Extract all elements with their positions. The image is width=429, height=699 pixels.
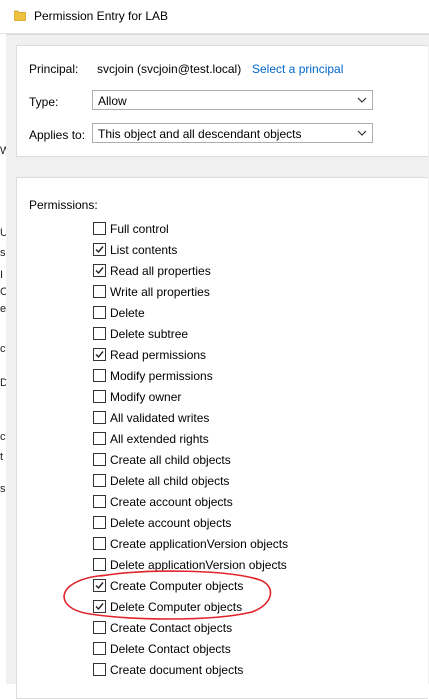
permission-row[interactable]: Write all properties [93, 281, 210, 302]
bg-fragment: c [0, 343, 6, 355]
permission-label: Create applicationVersion objects [110, 536, 289, 551]
permission-row[interactable]: Full control [93, 218, 169, 239]
checkbox-unchecked[interactable] [93, 474, 106, 487]
applies-to-dropdown-value: This object and all descendant objects [98, 127, 302, 141]
type-label: Type: [29, 95, 59, 109]
principal-label: Principal: [29, 62, 79, 76]
checkbox-unchecked[interactable] [93, 390, 106, 403]
permission-row[interactable]: Modify permissions [93, 365, 213, 386]
checkmark-icon [95, 267, 104, 275]
permission-label: Delete subtree [110, 326, 189, 341]
checkbox-unchecked[interactable] [93, 411, 106, 424]
permission-label: Modify owner [110, 389, 182, 404]
permission-row[interactable]: Create account objects [93, 491, 233, 512]
checkmark-icon [95, 246, 104, 254]
permission-row[interactable]: Read all properties [93, 260, 211, 281]
checkbox-unchecked[interactable] [93, 663, 106, 676]
type-dropdown[interactable]: Allow [92, 90, 373, 110]
permission-label: Read all properties [110, 263, 211, 278]
bg-fragment: s [0, 247, 6, 259]
checkbox-unchecked[interactable] [93, 558, 106, 571]
applies-to-label: Applies to: [29, 128, 86, 142]
permission-row[interactable]: Delete all child objects [93, 470, 229, 491]
checkmark-icon [95, 351, 104, 359]
permission-row[interactable]: Create applicationVersion objects [93, 533, 288, 554]
checkbox-checked[interactable] [93, 348, 106, 361]
select-principal-link[interactable]: Select a principal [252, 62, 343, 76]
checkbox-unchecked[interactable] [93, 285, 106, 298]
permission-row[interactable]: All validated writes [93, 407, 209, 428]
permission-label: Delete all child objects [110, 473, 230, 488]
chevron-down-icon [357, 97, 367, 103]
permission-label: Write all properties [110, 284, 210, 299]
checkbox-unchecked[interactable] [93, 495, 106, 508]
permission-row[interactable]: Delete Computer objects [93, 596, 242, 617]
checkbox-unchecked[interactable] [93, 642, 106, 655]
permission-label: Create account objects [110, 494, 233, 509]
permission-label: All validated writes [110, 410, 210, 425]
permission-row[interactable]: List contents [93, 239, 177, 260]
checkbox-unchecked[interactable] [93, 222, 106, 235]
permission-label: List contents [110, 242, 178, 257]
permission-label: Delete account objects [110, 515, 232, 530]
checkbox-unchecked[interactable] [93, 516, 106, 529]
checkbox-checked[interactable] [93, 600, 106, 613]
folder-icon [14, 10, 26, 21]
permission-label: Delete Contact objects [110, 641, 231, 656]
checkbox-checked[interactable] [93, 243, 106, 256]
checkbox-unchecked[interactable] [93, 306, 106, 319]
permission-row[interactable]: All extended rights [93, 428, 209, 449]
bg-fragment: c [0, 431, 6, 443]
checkbox-unchecked[interactable] [93, 369, 106, 382]
permission-label: Delete applicationVersion objects [110, 557, 287, 572]
window-title: Permission Entry for LAB [34, 9, 169, 23]
permission-row[interactable]: Delete account objects [93, 512, 231, 533]
permission-row[interactable]: Delete applicationVersion objects [93, 554, 287, 575]
permission-row[interactable]: Create all child objects [93, 449, 231, 470]
checkbox-unchecked[interactable] [93, 537, 106, 550]
checkbox-unchecked[interactable] [93, 432, 106, 445]
principal-panel: Principal: svcjoin (svcjoin@test.local) … [16, 45, 428, 157]
permission-label: All extended rights [110, 431, 209, 446]
checkbox-unchecked[interactable] [93, 327, 106, 340]
permission-label: Create Contact objects [110, 620, 233, 635]
checkbox-checked[interactable] [93, 264, 106, 277]
permission-label: Read permissions [110, 347, 207, 362]
checkbox-unchecked[interactable] [93, 453, 106, 466]
permission-row[interactable]: Delete [93, 302, 145, 323]
permission-label: Create all child objects [110, 452, 231, 467]
applies-to-dropdown[interactable]: This object and all descendant objects [92, 123, 373, 143]
permissions-panel: Permissions: Full control List contents Re… [16, 177, 428, 699]
permission-label: Delete [110, 305, 145, 320]
title-bar: Permission Entry for LAB [0, 0, 429, 34]
permission-row[interactable]: Delete Contact objects [93, 638, 231, 659]
permission-label: Full control [110, 221, 169, 236]
permission-row[interactable]: Create Computer objects [93, 575, 243, 596]
bg-fragment: s [0, 483, 6, 495]
permission-row[interactable]: Create Contact objects [93, 617, 232, 638]
bg-fragment: I [0, 269, 4, 281]
permission-label: Delete Computer objects [110, 599, 243, 614]
chevron-down-icon [357, 130, 367, 136]
checkbox-unchecked[interactable] [93, 621, 106, 634]
principal-value: svcjoin (svcjoin@test.local) [97, 62, 242, 76]
permission-label: Create document objects [110, 662, 244, 677]
checkmark-icon [95, 603, 104, 611]
permission-row[interactable]: Modify owner [93, 386, 181, 407]
permissions-label: Permissions: [29, 198, 98, 212]
permission-row[interactable]: Read permissions [93, 344, 206, 365]
permission-row[interactable]: Delete subtree [93, 323, 188, 344]
bg-fragment: t [0, 451, 4, 463]
permission-label: Modify permissions [110, 368, 213, 383]
type-dropdown-value: Allow [98, 94, 127, 108]
permission-row[interactable]: Create document objects [93, 659, 243, 680]
checkbox-checked[interactable] [93, 579, 106, 592]
checkmark-icon [95, 582, 104, 590]
permission-label: Create Computer objects [110, 578, 244, 593]
dialog-body: Principal: svcjoin (svcjoin@test.local) … [6, 34, 429, 699]
